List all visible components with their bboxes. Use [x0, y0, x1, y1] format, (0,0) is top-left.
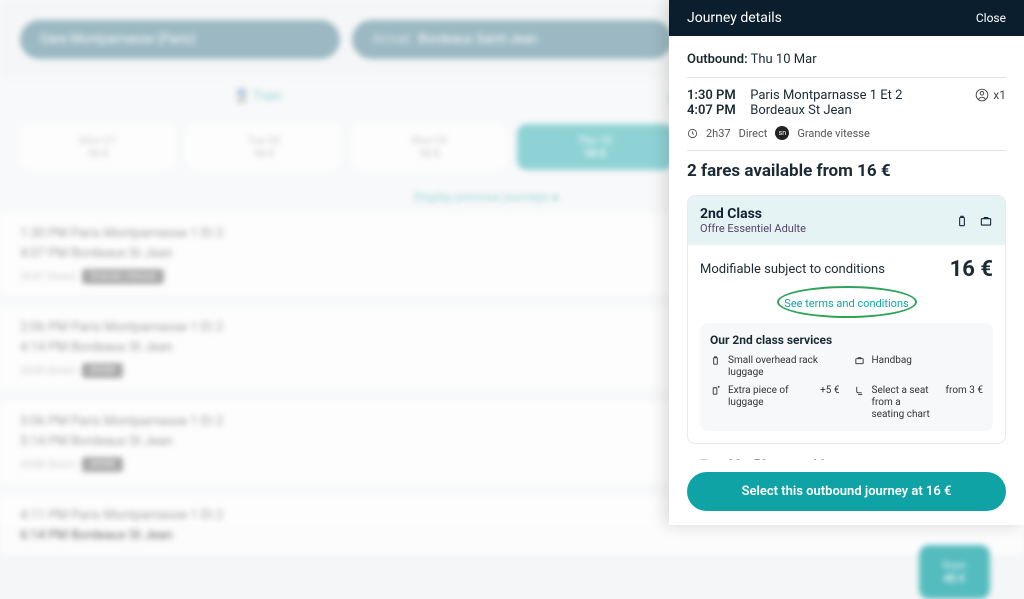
fare-price: 16 € [950, 257, 993, 282]
fares-heading: 2 fares available from 16 € [687, 161, 1006, 181]
outbound-line: Outbound: Thu 10 Mar [687, 52, 1006, 67]
fare-class: 2nd Class [700, 206, 806, 222]
service-overhead-luggage: Small overhead rack luggage [710, 355, 840, 379]
close-button[interactable]: Close [976, 11, 1006, 25]
select-journey-button[interactable]: Select this outbound journey at 16 € [687, 472, 1006, 511]
briefcase-icon [854, 355, 866, 366]
luggage-icon [710, 355, 722, 366]
service-seat-selection: Select a seat from a seating chart from … [854, 385, 984, 421]
drawer-title: Journey details [687, 10, 782, 26]
fare-offer: Offre Essentiel Adulte [700, 222, 806, 235]
seat-icon [854, 385, 866, 396]
service-handbag: Handbag [854, 355, 984, 379]
fare-card-2nd-class[interactable]: 2nd Class Offre Essentiel Adulte Modifia… [687, 195, 1006, 444]
services-heading: Our 2nd class services [710, 333, 983, 347]
luggage-icon [955, 214, 969, 228]
journey-meta: 2h37 Direct sn Grande vitesse [687, 126, 1006, 140]
luggage-plus-icon [710, 385, 722, 396]
service-extra-luggage: Extra piece of luggage +5 € [710, 385, 840, 421]
terms-link[interactable]: See terms and conditions [784, 297, 908, 310]
journey-details-drawer: Journey details Close Outbound: Thu 10 M… [669, 0, 1024, 525]
services-box: Our 2nd class services Small overhead ra… [700, 323, 993, 431]
passenger-count: x1 [975, 88, 1006, 102]
briefcase-icon [979, 214, 993, 228]
person-icon [975, 88, 989, 102]
drawer-header: Journey details Close [669, 0, 1024, 36]
passenger-row: 30 - 59 years old Offre Essentiel Adulte… [687, 444, 1006, 460]
journey-leg: 1:30 PM Paris Montparnasse 1 Et 2 4:07 P… [687, 88, 1006, 118]
modifiable-text: Modifiable subject to conditions [700, 262, 885, 277]
operator-icon: sn [775, 126, 789, 140]
clock-icon [687, 128, 698, 139]
